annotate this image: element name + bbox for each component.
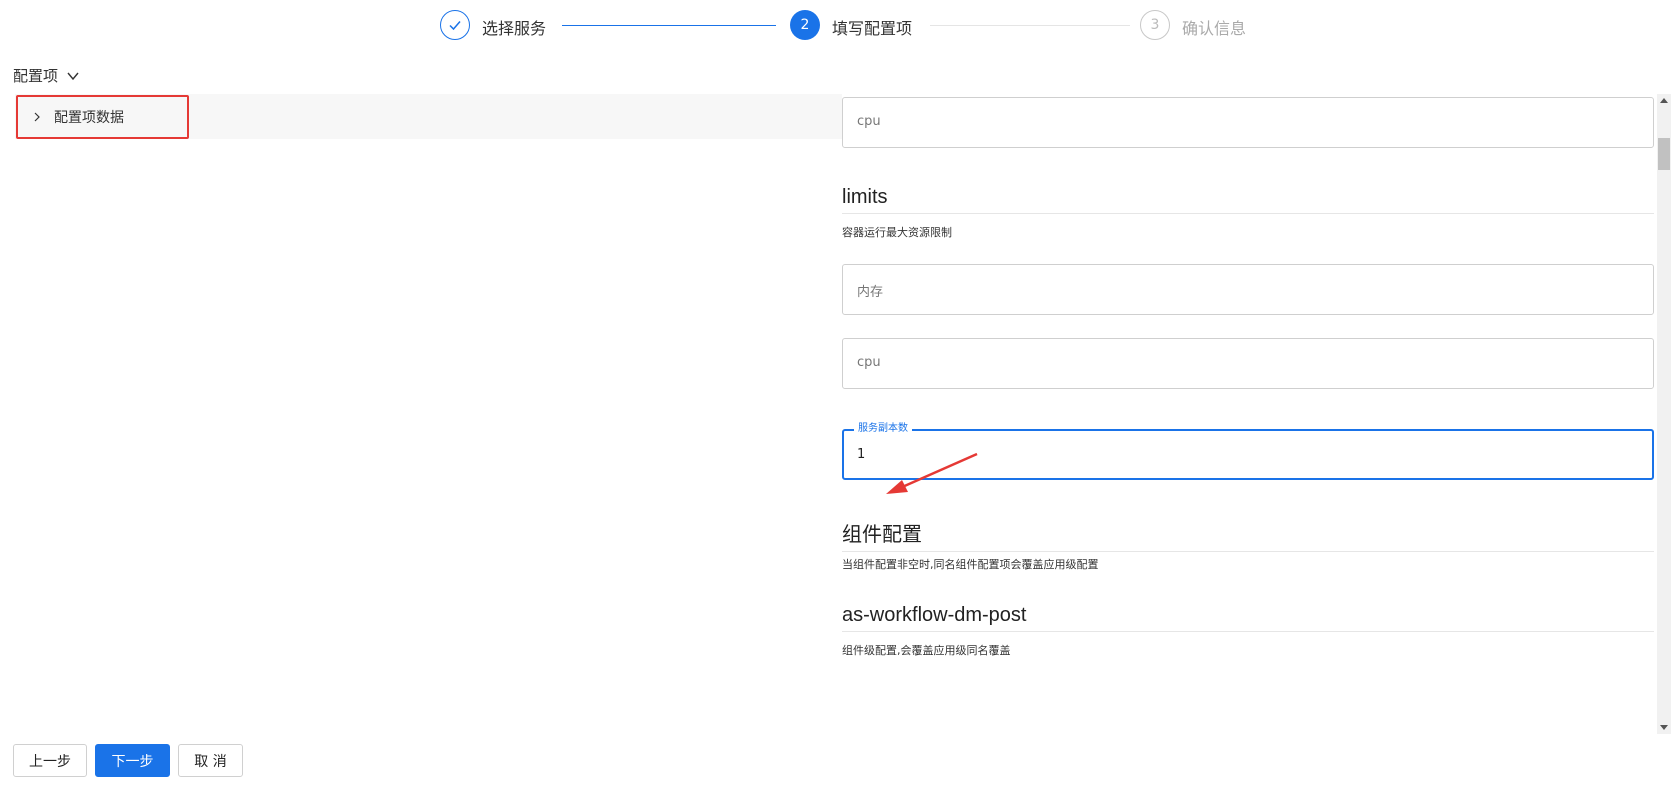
cpu-limit-field[interactable]: cpu <box>842 338 1654 389</box>
config-section-label: 配置项 <box>13 67 59 85</box>
config-form-panel: cpu limits 容器运行最大资源限制 内存 cpu 服务副本数 1 组件配… <box>842 94 1656 734</box>
workflow-description: 组件级配置,会覆盖应用级同名覆盖 <box>842 644 1011 657</box>
workflow-title: as-workflow-dm-post <box>842 604 1654 632</box>
form-scrollbar[interactable] <box>1657 94 1671 734</box>
tree-node-config-data[interactable]: 配置项数据 <box>16 95 189 139</box>
prev-step-button[interactable]: 上一步 <box>13 744 87 777</box>
step-2-number: 2 <box>790 10 820 40</box>
step-3-label: 确认信息 <box>1182 19 1247 38</box>
red-arrow-annotation-icon <box>886 452 978 494</box>
memory-limit-field[interactable]: 内存 <box>842 264 1654 315</box>
step-connector-1 <box>562 25 776 26</box>
memory-limit-placeholder: 内存 <box>857 285 884 300</box>
component-config-title: 组件配置 <box>842 518 1654 552</box>
step-2-label: 填写配置项 <box>832 19 913 38</box>
config-section-toggle[interactable]: 配置项 <box>13 65 80 86</box>
replicas-value: 1 <box>857 447 866 462</box>
cancel-button[interactable]: 取 消 <box>178 744 243 777</box>
chevron-down-icon <box>67 72 79 80</box>
limits-description: 容器运行最大资源限制 <box>842 226 952 239</box>
limits-title: limits <box>842 186 1654 214</box>
chevron-right-icon <box>34 112 40 122</box>
replicas-label: 服务副本数 <box>854 423 912 435</box>
tree-node-label: 配置项数据 <box>54 110 124 126</box>
steps-bar: 选择服务 2 填写配置项 3 确认信息 <box>0 0 1677 48</box>
scroll-thumb[interactable] <box>1658 138 1670 170</box>
cpu-request-placeholder: cpu <box>857 114 881 129</box>
cpu-request-field[interactable]: cpu <box>842 97 1654 148</box>
cpu-limit-placeholder: cpu <box>857 355 881 370</box>
step-3-number: 3 <box>1140 10 1170 40</box>
step-1-label: 选择服务 <box>482 19 547 38</box>
scroll-up-arrow-icon[interactable] <box>1660 98 1668 103</box>
component-config-description: 当组件配置非空时,同名组件配置项会覆盖应用级配置 <box>842 558 1099 571</box>
step-connector-2 <box>930 25 1130 26</box>
next-step-button[interactable]: 下一步 <box>95 744 170 777</box>
scroll-down-arrow-icon[interactable] <box>1660 725 1668 730</box>
step-1-check-icon <box>440 10 470 40</box>
